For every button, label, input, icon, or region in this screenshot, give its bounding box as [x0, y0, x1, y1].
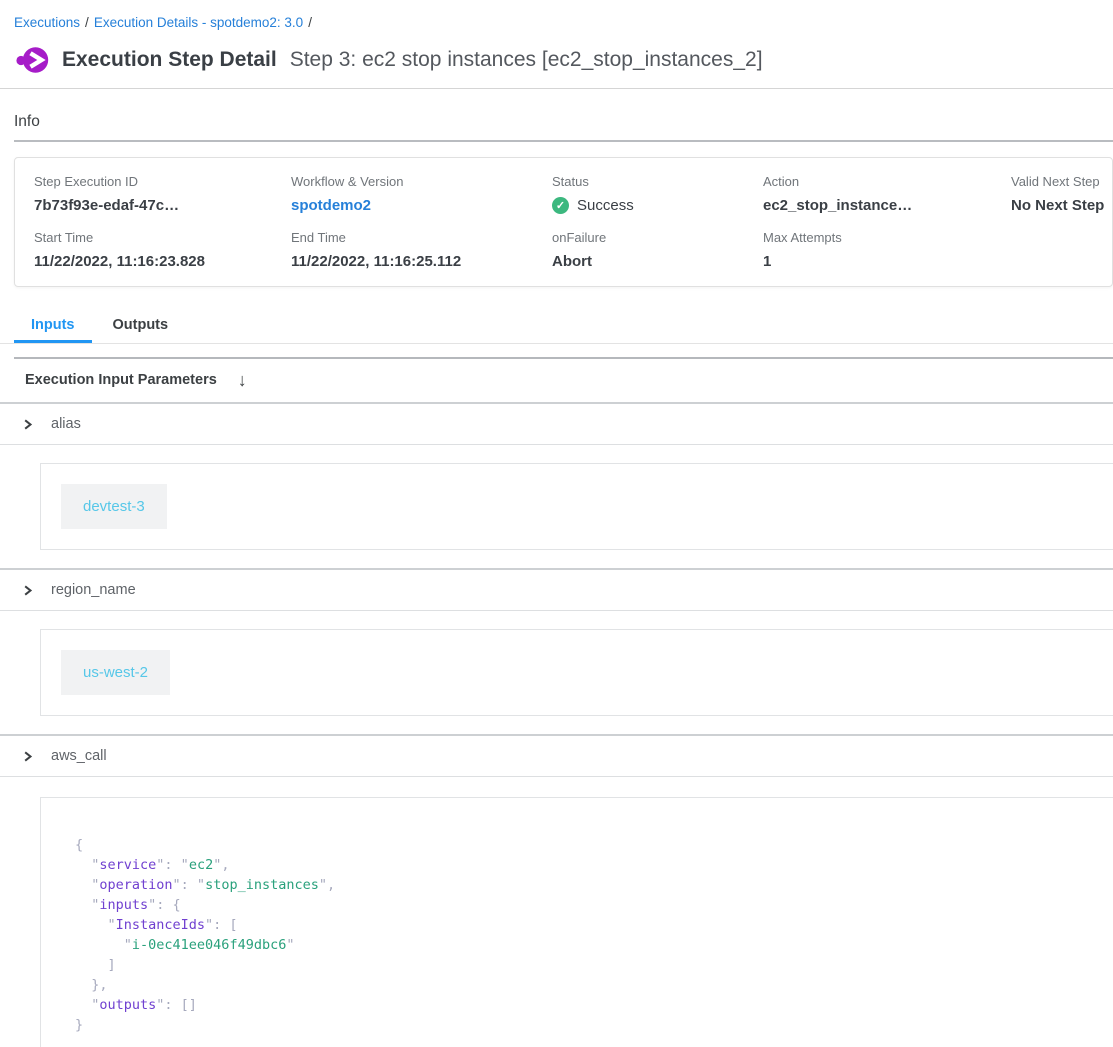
info-section-heading: Info — [14, 113, 1099, 131]
info-field-end-time: End Time 11/22/2022, 11:16:25.112 — [291, 230, 552, 270]
info-field-valid-next-step: Valid Next Step No Next Step — [1011, 174, 1112, 214]
info-grid: Step Execution ID 7b73f93e-edaf-47c…Workf… — [14, 157, 1113, 287]
download-arrow-icon[interactable]: ↓ — [238, 371, 247, 389]
success-check-icon: ✓ — [552, 197, 569, 214]
param-value-chip: us-west-2 — [61, 650, 170, 695]
info-field-step-execution-id: Step Execution ID 7b73f93e-edaf-47c… — [34, 174, 291, 214]
tab-bar: InputsOutputs — [0, 309, 1113, 344]
param-sections: alias devtest-3 region_name us-west-2 aws_ca… — [0, 402, 1113, 1047]
breadcrumb: Executions / Execution Details - spotdemo2… — [0, 0, 1113, 30]
info-field-value: ec2_stop_instance… — [763, 197, 1011, 214]
param-section-header-region-name[interactable]: region_name — [0, 570, 1113, 611]
breadcrumb-link-execution-details[interactable]: Execution Details - spotdemo2: 3.0 — [94, 15, 303, 30]
code-line: } — [75, 1015, 1113, 1035]
info-field-onfailure: onFailure Abort — [552, 230, 763, 270]
info-field-label: onFailure — [552, 230, 763, 245]
info-field-label: Workflow & Version — [291, 174, 552, 189]
info-field-workflow-version: Workflow & Version spotdemo2 — [291, 174, 552, 214]
breadcrumb-link-executions[interactable]: Executions — [14, 15, 80, 30]
status-badge: ✓ Success — [552, 197, 763, 214]
tab-inputs[interactable]: Inputs — [14, 309, 92, 343]
info-field-max-attempts: Max Attempts 1 — [763, 230, 1011, 270]
code-line: { — [75, 835, 1113, 855]
title-divider — [0, 88, 1113, 89]
info-field-value: Abort — [552, 253, 763, 270]
code-line: "i-0ec41ee046f49dbc6" — [75, 935, 1113, 955]
info-field-label: Start Time — [34, 230, 291, 245]
execution-step-detail-page: Executions / Execution Details - spotdemo2… — [0, 0, 1113, 1047]
code-line: "inputs": { — [75, 895, 1113, 915]
code-line: }, — [75, 975, 1113, 995]
param-value-panel-alias: devtest-3 — [40, 463, 1113, 550]
info-field-value: 11/22/2022, 11:16:25.112 — [291, 253, 552, 270]
param-section-header-aws-call[interactable]: aws_call — [0, 736, 1113, 777]
info-field-action: Action ec2_stop_instance… — [763, 174, 1011, 214]
param-section-name: alias — [51, 416, 81, 432]
info-field-label: Action — [763, 174, 1011, 189]
status-text: Success — [577, 197, 634, 214]
chevron-right-icon — [21, 584, 34, 597]
info-field-value: No Next Step — [1011, 197, 1112, 214]
code-line: "service": "ec2", — [75, 855, 1113, 875]
param-value-panel-region-name: us-west-2 — [40, 629, 1113, 716]
breadcrumb-separator: / — [85, 15, 89, 30]
code-line: "InstanceIds": [ — [75, 915, 1113, 935]
param-section-name: region_name — [51, 582, 136, 598]
code-line: "outputs": [] — [75, 995, 1113, 1015]
info-field-value: 1 — [763, 253, 1011, 270]
info-field-label: Max Attempts — [763, 230, 1011, 245]
page-title: Execution Step Detail — [62, 48, 277, 72]
execution-input-parameters-title: Execution Input Parameters — [25, 372, 217, 388]
info-field-label: Valid Next Step — [1011, 174, 1112, 189]
info-field-label: Status — [552, 174, 763, 189]
param-section-name: aws_call — [51, 748, 107, 764]
info-heading-divider — [14, 140, 1113, 142]
info-field-value: 11/22/2022, 11:16:23.828 — [34, 253, 291, 270]
tab-outputs[interactable]: Outputs — [96, 309, 186, 343]
workflow-version-link[interactable]: spotdemo2 — [291, 197, 552, 214]
param-value-chip: devtest-3 — [61, 484, 167, 529]
tab-list: InputsOutputs — [14, 309, 1113, 343]
info-field-status: Status ✓ Success — [552, 174, 763, 214]
code-line: ] — [75, 955, 1113, 975]
chevron-right-icon — [21, 750, 34, 763]
info-field-value: 7b73f93e-edaf-47c… — [34, 197, 291, 214]
code-line: "operation": "stop_instances", — [75, 875, 1113, 895]
page-header: Execution Step Detail Step 3: ec2 stop i… — [16, 45, 1099, 75]
info-field-label: Step Execution ID — [34, 174, 291, 189]
page-subtitle: Step 3: ec2 stop instances [ec2_stop_ins… — [290, 48, 763, 72]
code-block-aws-call: { "service": "ec2", "operation": "stop_i… — [40, 797, 1113, 1047]
param-section-header-alias[interactable]: alias — [0, 404, 1113, 445]
info-field-label: End Time — [291, 230, 552, 245]
breadcrumb-separator-trailing: / — [308, 15, 312, 30]
execution-input-parameters-header: Execution Input Parameters ↓ — [0, 359, 1113, 402]
chevron-right-icon — [21, 418, 34, 431]
workflow-play-icon — [16, 45, 49, 75]
info-field-start-time: Start Time 11/22/2022, 11:16:23.828 — [34, 230, 291, 270]
